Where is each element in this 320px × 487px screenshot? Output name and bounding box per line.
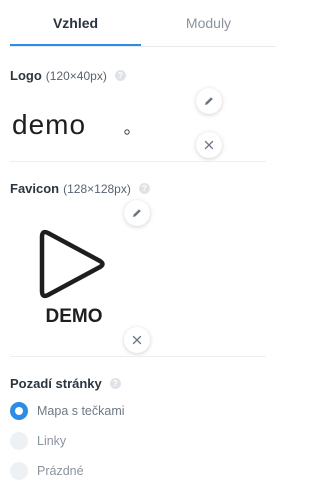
radio-label: Mapa s tečkami [37,404,125,418]
active-tab-indicator [10,44,141,46]
logo-title: Logo [10,68,42,83]
remove-icon [132,335,142,345]
section-divider [10,356,266,357]
tab-vzhled[interactable]: Vzhled [10,0,141,46]
background-section-title: Pozadí stránky ? [10,376,121,391]
section-divider [10,161,266,162]
remove-logo-button[interactable] [196,132,222,158]
tab-bar: Vzhled Moduly [10,0,276,47]
radio-empty[interactable]: Prázdné [10,462,84,480]
background-title: Pozadí stránky [10,376,102,391]
edit-logo-button[interactable] [196,88,222,114]
play-triangle-icon [39,229,105,299]
pencil-icon [205,97,213,105]
radio-button-selected[interactable] [10,402,28,420]
radio-dot-map[interactable]: Mapa s tečkami [10,402,125,420]
tab-moduly[interactable]: Moduly [141,0,276,46]
radio-label: Linky [37,434,67,448]
favicon-image: DEMO [38,200,110,327]
remove-icon [204,140,214,150]
radio-lines[interactable]: Linky [10,432,66,450]
svg-text:demo: demo [12,110,86,140]
favicon-section-title: Favicon (128×128px) ? [10,181,150,196]
logo-size-hint: (120×40px) [45,68,107,83]
remove-favicon-button[interactable] [124,327,150,353]
radio-label: Prázdné [37,464,84,478]
favicon-title: Favicon [10,181,60,196]
radio-button[interactable] [10,432,28,450]
logo-section-title: Logo (120×40px) ? [10,68,126,83]
help-icon[interactable]: ? [138,183,150,194]
logo-image: demo [12,109,130,140]
svg-text:DEMO: DEMO [46,306,103,326]
pencil-icon [133,209,141,217]
radio-button[interactable] [10,462,28,480]
edit-favicon-button[interactable] [124,200,150,226]
help-icon[interactable]: ? [109,378,121,389]
help-icon[interactable]: ? [114,70,126,81]
favicon-size-hint: (128×128px) [63,181,131,196]
